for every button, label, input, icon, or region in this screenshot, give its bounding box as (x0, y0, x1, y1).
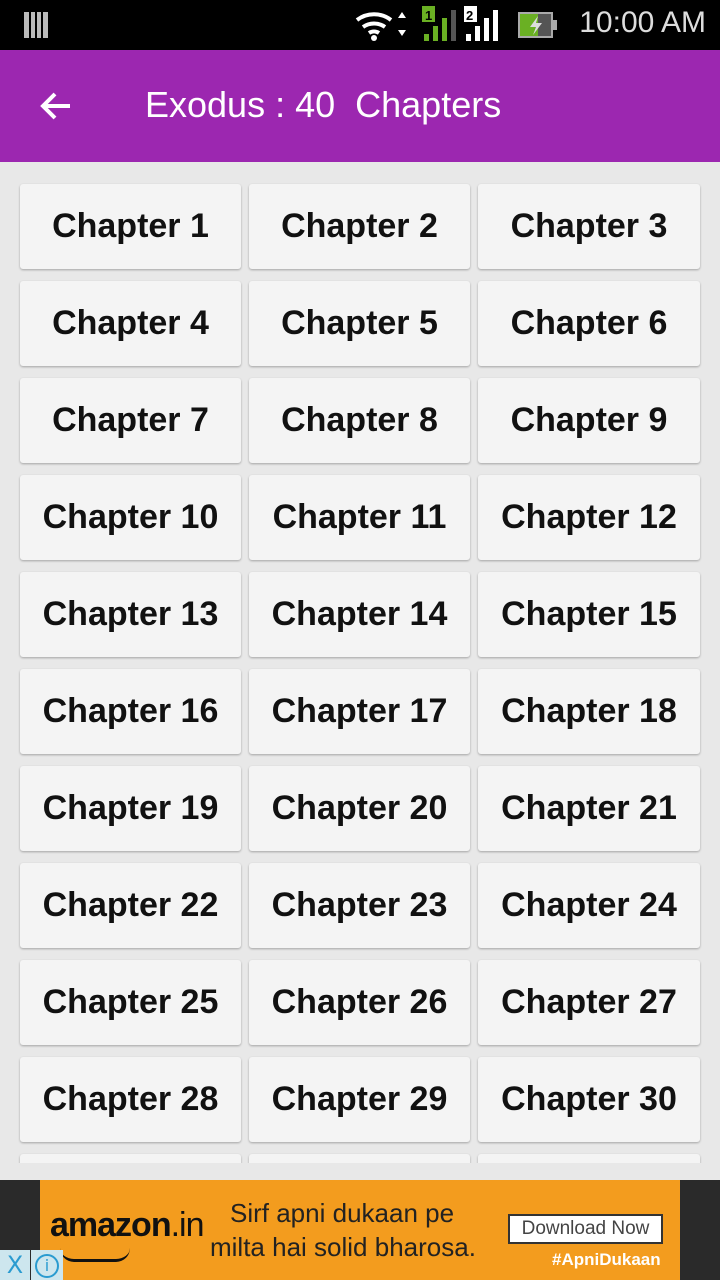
status-bar: 1 2 10:00 AM (0, 0, 720, 50)
chapter-button[interactable]: Chapter 22 (20, 863, 241, 948)
battery-charging-icon (518, 12, 557, 38)
chapter-button[interactable]: Chapter 28 (20, 1057, 241, 1142)
chapter-button[interactable]: Chapter 10 (20, 475, 241, 560)
chapter-button[interactable]: Chapter 5 (249, 281, 470, 366)
sim1-signal-icon: 1 (422, 6, 456, 41)
chapter-button[interactable]: Chapter 25 (20, 960, 241, 1045)
app-bar: Exodus : 40 Chapters (0, 50, 720, 162)
download-now-button[interactable]: Download Now (508, 1214, 663, 1244)
amazon-smile-icon (60, 1248, 130, 1262)
chapter-button[interactable]: Chapter 3 (478, 184, 700, 269)
chapter-button[interactable]: Chapter 6 (478, 281, 700, 366)
chapter-button[interactable]: Chapter 8 (249, 378, 470, 463)
chapter-button[interactable]: Chapter 17 (249, 669, 470, 754)
chapter-button[interactable]: Chapter 13 (20, 572, 241, 657)
chapter-button[interactable]: Chapter 16 (20, 669, 241, 754)
chapter-button[interactable]: Chapter 1 (20, 184, 241, 269)
chapter-list[interactable]: Chapter 1 Chapter 2 Chapter 3 Chapter 4 Chap… (0, 162, 720, 1163)
chapter-button-partial[interactable] (20, 1154, 241, 1163)
chapter-grid: Chapter 1 Chapter 2 Chapter 3 Chapter 4 Chap… (20, 184, 700, 1163)
chapter-button[interactable]: Chapter 29 (249, 1057, 470, 1142)
chapter-button-partial[interactable] (249, 1154, 470, 1163)
chapter-button[interactable]: Chapter 30 (478, 1057, 700, 1142)
chapter-button[interactable]: Chapter 27 (478, 960, 700, 1045)
chapter-button[interactable]: Chapter 11 (249, 475, 470, 560)
clock: 10:00 AM (579, 6, 706, 39)
wifi-icon (355, 12, 406, 41)
ad-hashtag: #ApniDukaan (552, 1250, 661, 1269)
chapter-button[interactable]: Chapter 18 (478, 669, 700, 754)
ad-line-1: Sirf apni dukaan pe (230, 1198, 455, 1228)
chapter-button[interactable]: Chapter 19 (20, 766, 241, 851)
ad-close-icon[interactable]: X (0, 1250, 30, 1280)
ad-info-icon[interactable]: i (31, 1250, 63, 1280)
svg-text:2: 2 (466, 8, 473, 23)
amazon-logo: amazon.in (50, 1206, 205, 1244)
chapter-button[interactable]: Chapter 20 (249, 766, 470, 851)
ad-line-2: milta hai solid bharosa. (210, 1232, 476, 1262)
chapter-button[interactable]: Chapter 23 (249, 863, 470, 948)
chapter-button[interactable]: Chapter 4 (20, 281, 241, 366)
chapter-button[interactable]: Chapter 14 (249, 572, 470, 657)
chapter-button[interactable]: Chapter 15 (478, 572, 700, 657)
chapter-button[interactable]: Chapter 7 (20, 378, 241, 463)
chapter-button-partial[interactable] (478, 1154, 700, 1163)
chapter-button[interactable]: Chapter 21 (478, 766, 700, 851)
chapter-button[interactable]: Chapter 26 (249, 960, 470, 1045)
ad-creative[interactable]: amazon.in Sirf apni dukaan pe milta hai … (40, 1180, 680, 1280)
svg-text:1: 1 (425, 8, 432, 23)
chapter-button[interactable]: Chapter 9 (478, 378, 700, 463)
arrow-left-icon[interactable] (36, 86, 76, 126)
chapter-button[interactable]: Chapter 12 (478, 475, 700, 560)
page-title: Exodus : 40 Chapters (145, 84, 502, 125)
ad-banner[interactable]: amazon.in Sirf apni dukaan pe milta hai … (0, 1180, 720, 1280)
chapter-button[interactable]: Chapter 24 (478, 863, 700, 948)
sim2-signal-icon: 2 (464, 6, 498, 41)
chapter-button[interactable]: Chapter 2 (249, 184, 470, 269)
notification-icon (24, 12, 48, 38)
